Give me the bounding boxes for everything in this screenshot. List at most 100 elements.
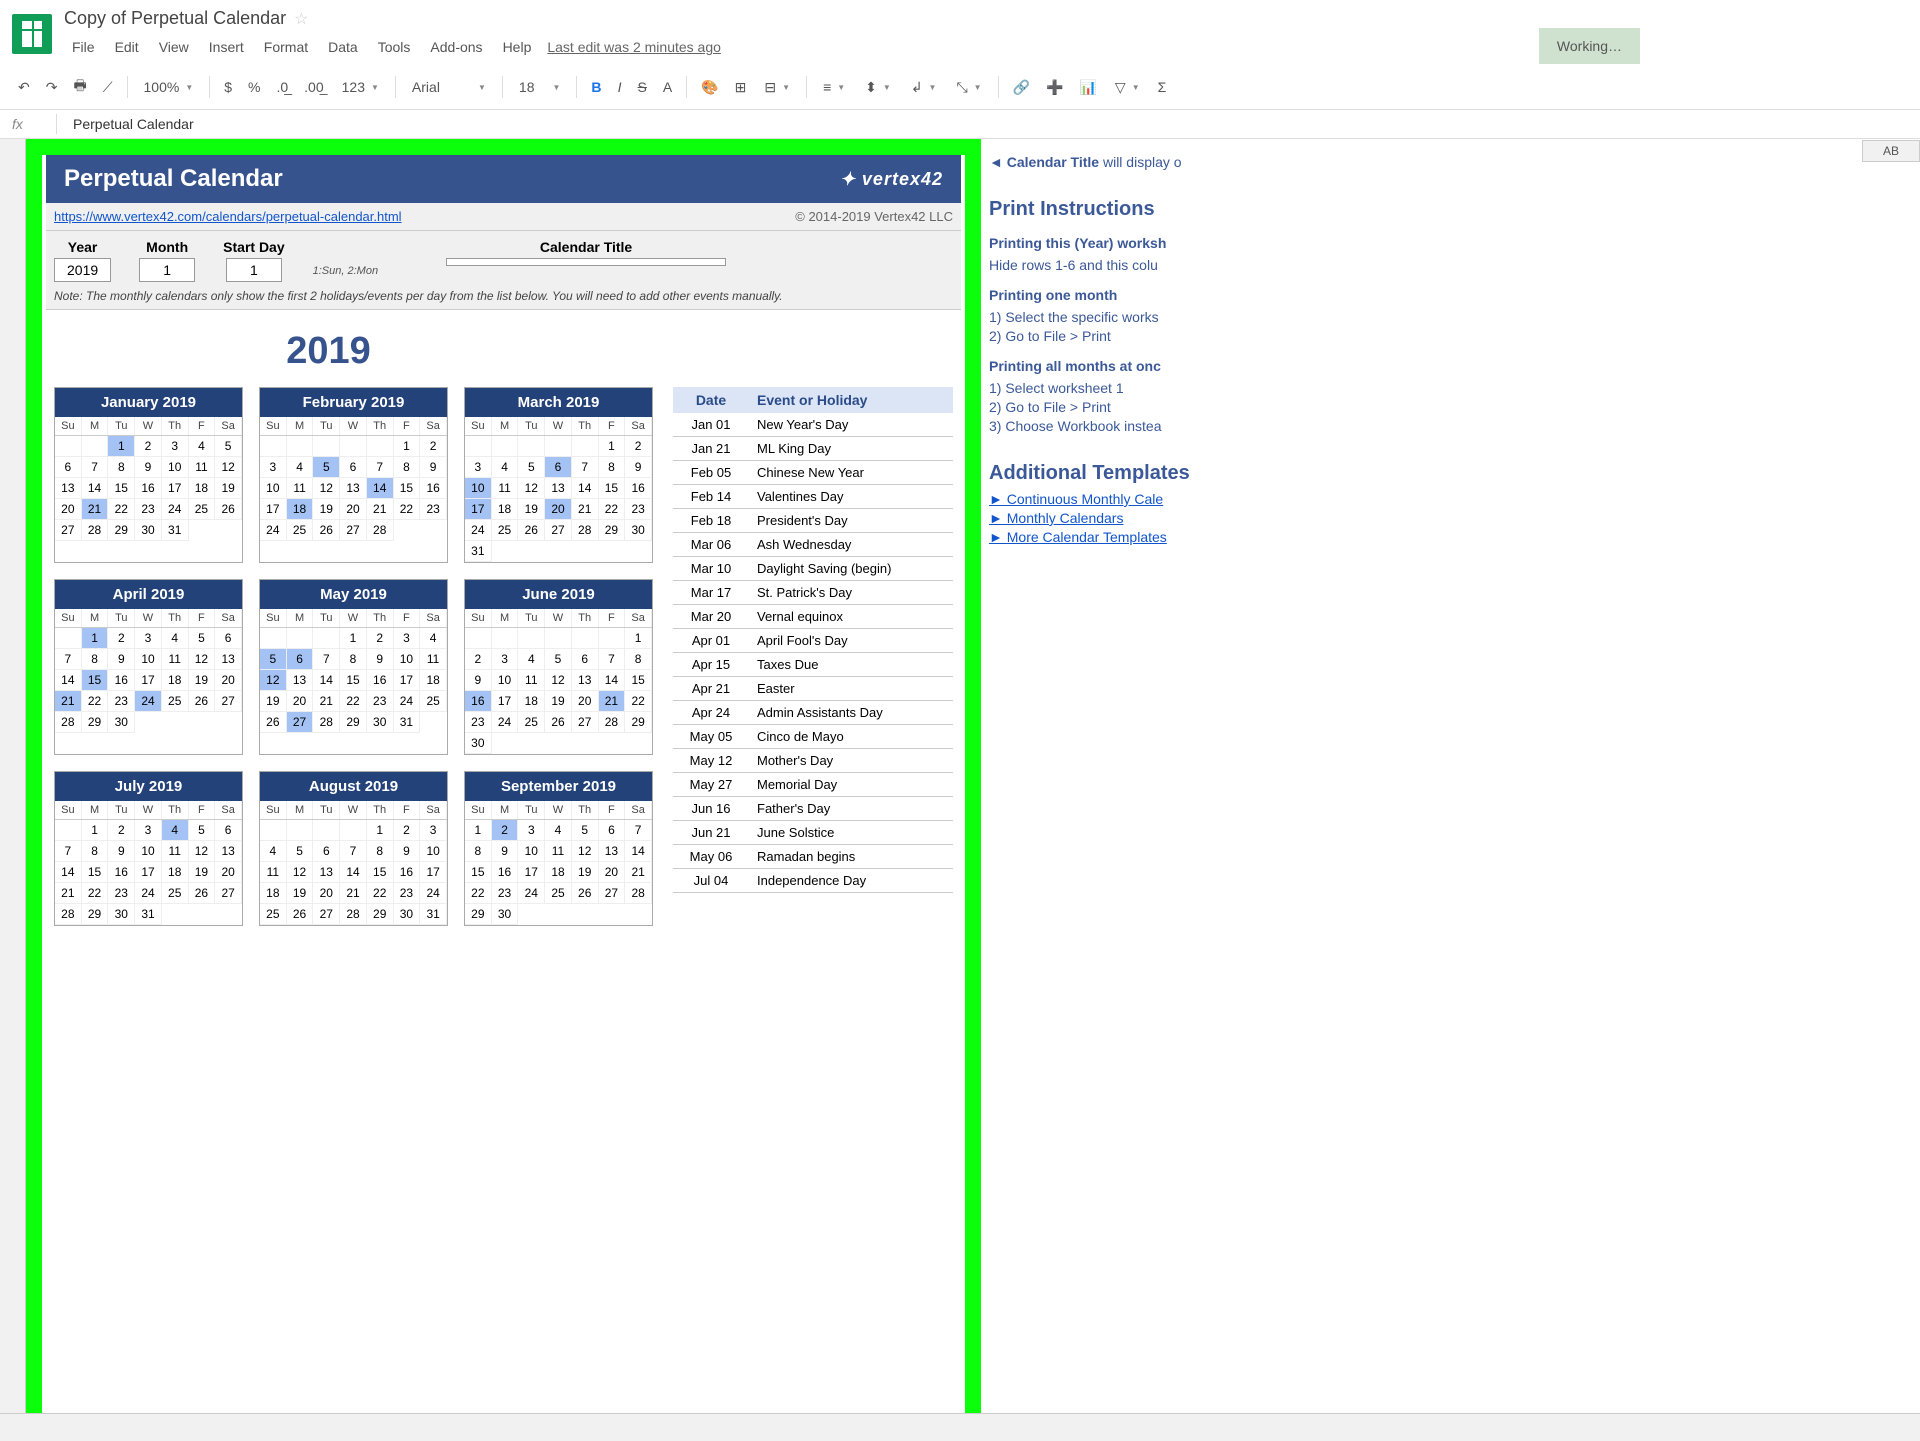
template-link-2[interactable]: ► Monthly Calendars (989, 510, 1912, 526)
sheet-tabs[interactable] (0, 1413, 1920, 1441)
calendar-title: Perpetual Calendar (64, 165, 283, 193)
strikethrough-button[interactable]: S (632, 75, 653, 99)
month-calendar: February 2019SuMTuWThFSa1234567891011121… (259, 387, 448, 563)
merge-cells-button[interactable]: ⊟▼ (756, 75, 798, 100)
year-heading: 2019 (46, 310, 611, 387)
formula-content[interactable]: Perpetual Calendar (73, 116, 194, 132)
month-calendar: September 2019SuMTuWThFSa123456789101112… (464, 771, 653, 926)
font-size-select[interactable]: 18▼ (511, 75, 569, 99)
month-calendar: January 2019SuMTuWThFSa12345678910111213… (54, 387, 243, 563)
sheet-content[interactable]: Perpetual Calendar ✦ vertex42 https://ww… (42, 155, 965, 1424)
formula-bar[interactable]: fx Perpetual Calendar (0, 110, 1920, 139)
menu-format[interactable]: Format (256, 35, 316, 59)
functions-button[interactable]: Σ (1152, 75, 1173, 99)
event-row[interactable]: Apr 24Admin Assistants Day (673, 701, 953, 725)
event-row[interactable]: Apr 21Easter (673, 677, 953, 701)
event-row[interactable]: Mar 10Daylight Saving (begin) (673, 557, 953, 581)
event-row[interactable]: Mar 20Vernal equinox (673, 605, 953, 629)
menu-edit[interactable]: Edit (107, 35, 147, 59)
insert-comment-button[interactable]: ➕ (1040, 75, 1069, 100)
events-table: Date Event or Holiday Jan 01New Year's D… (673, 387, 953, 926)
event-row[interactable]: May 06Ramadan begins (673, 845, 953, 869)
month-calendar: August 2019SuMTuWThFSa123456789101112131… (259, 771, 448, 926)
event-row[interactable]: Jan 21ML King Day (673, 437, 953, 461)
menu-add-ons[interactable]: Add-ons (422, 35, 490, 59)
template-link-3[interactable]: ► More Calendar Templates (989, 529, 1912, 545)
event-row[interactable]: Apr 01April Fool's Day (673, 629, 953, 653)
event-row[interactable]: Jun 21June Solstice (673, 821, 953, 845)
event-row[interactable]: Feb 05Chinese New Year (673, 461, 953, 485)
startday-input[interactable]: 1 (226, 258, 282, 282)
menu-data[interactable]: Data (320, 35, 366, 59)
insert-link-button[interactable]: 🔗 (1007, 75, 1036, 100)
event-row[interactable]: May 05Cinco de Mayo (673, 725, 953, 749)
month-label: Month (146, 239, 188, 255)
last-edit-link[interactable]: Last edit was 2 minutes ago (547, 39, 721, 55)
menu-tools[interactable]: Tools (370, 35, 419, 59)
borders-button[interactable]: ⊞ (729, 75, 753, 100)
currency-button[interactable]: $ (218, 75, 238, 99)
startday-help: 1:Sun, 2:Mon (313, 265, 378, 277)
calendar-url-link[interactable]: https://www.vertex42.com/calendars/perpe… (54, 209, 402, 224)
horizontal-align-button[interactable]: ≡▼ (815, 75, 853, 99)
fx-icon: fx (12, 116, 32, 132)
fill-color-button[interactable]: 🎨 (695, 75, 724, 100)
text-color-button[interactable]: A (657, 75, 678, 99)
event-row[interactable]: May 27Memorial Day (673, 773, 953, 797)
event-row[interactable]: Jul 04Independence Day (673, 869, 953, 893)
caltitle-input[interactable] (446, 258, 726, 266)
startday-label: Start Day (223, 239, 284, 255)
sheets-logo-icon[interactable] (12, 14, 52, 54)
event-row[interactable]: Feb 14Valentines Day (673, 485, 953, 509)
event-row[interactable]: Jan 01New Year's Day (673, 413, 953, 437)
decrease-decimal-button[interactable]: .0̲ (270, 75, 294, 99)
events-date-header: Date (673, 387, 749, 413)
font-select[interactable]: Arial▼ (404, 75, 494, 99)
menu-file[interactable]: File (64, 35, 103, 59)
month-calendar: May 2019SuMTuWThFSa123456789101112131415… (259, 579, 448, 755)
menu-insert[interactable]: Insert (201, 35, 252, 59)
caltitle-label: Calendar Title (540, 239, 632, 255)
year-input[interactable]: 2019 (54, 258, 111, 282)
star-icon[interactable]: ☆ (294, 9, 308, 29)
more-formats-button[interactable]: 123▼ (334, 75, 387, 99)
filter-button[interactable]: ▽▼ (1107, 75, 1148, 100)
month-input[interactable]: 1 (139, 258, 195, 282)
event-row[interactable]: Apr 15Taxes Due (673, 653, 953, 677)
insert-chart-button[interactable]: 📊 (1073, 75, 1102, 100)
menu-help[interactable]: Help (495, 35, 540, 59)
vertex-logo: ✦ vertex42 (840, 169, 943, 190)
event-row[interactable]: Jun 16Father's Day (673, 797, 953, 821)
month-calendar: March 2019SuMTuWThFSa1234567891011121314… (464, 387, 653, 563)
paint-format-button[interactable]: ⟋ (97, 75, 119, 100)
event-row[interactable]: May 12Mother's Day (673, 749, 953, 773)
event-row[interactable]: Mar 17St. Patrick's Day (673, 581, 953, 605)
redo-button[interactable]: ↷ (40, 75, 64, 100)
percent-button[interactable]: % (242, 75, 266, 99)
document-title[interactable]: Copy of Perpetual Calendar (64, 8, 286, 29)
event-row[interactable]: Feb 18President's Day (673, 509, 953, 533)
month-calendar: June 2019SuMTuWThFSa12345678910111213141… (464, 579, 653, 755)
menu-view[interactable]: View (151, 35, 197, 59)
year-label: Year (68, 239, 98, 255)
row-headers[interactable] (0, 139, 26, 1440)
text-rotation-button[interactable]: ⤡▼ (948, 75, 989, 100)
additional-templates-title: Additional Templates (989, 462, 1912, 485)
event-row[interactable]: Mar 06Ash Wednesday (673, 533, 953, 557)
month-calendar: July 2019SuMTuWThFSa12345678910111213141… (54, 771, 243, 926)
month-calendar: April 2019SuMTuWThFSa1234567891011121314… (54, 579, 243, 755)
zoom-select[interactable]: 100%▼ (136, 75, 202, 99)
print-instructions-title: Print Instructions (989, 198, 1912, 221)
text-wrap-button[interactable]: ↲▼ (903, 75, 945, 100)
bold-button[interactable]: B (585, 75, 607, 99)
undo-button[interactable]: ↶ (12, 75, 36, 100)
print-button[interactable]: 🖶 (67, 71, 92, 103)
note-text: Note: The monthly calendars only show th… (46, 286, 961, 310)
months-grid: January 2019SuMTuWThFSa12345678910111213… (54, 387, 653, 926)
vertical-align-button[interactable]: ⬍▼ (857, 75, 899, 100)
increase-decimal-button[interactable]: .00̲ (298, 75, 329, 99)
template-link-1[interactable]: ► Continuous Monthly Cale (989, 491, 1912, 507)
selection-frame: Perpetual Calendar ✦ vertex42 https://ww… (26, 139, 981, 1440)
sidebar-instructions: ◄ Calendar Title will display o Print In… (981, 139, 1920, 1440)
italic-button[interactable]: I (612, 75, 628, 99)
